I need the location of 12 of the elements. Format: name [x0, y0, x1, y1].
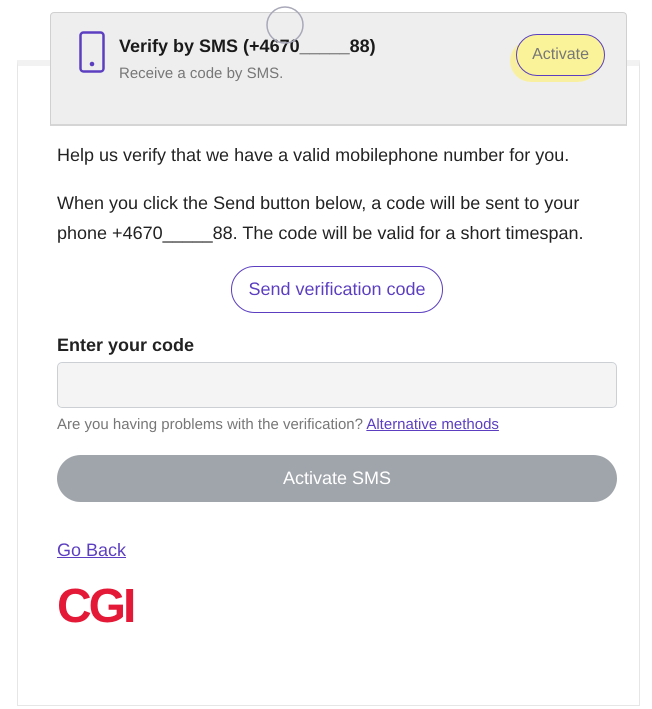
go-back-link[interactable]: Go Back — [57, 540, 126, 561]
logo: CGI — [57, 583, 134, 631]
code-input-field[interactable] — [57, 362, 617, 408]
send-code-button[interactable]: Send verification code — [231, 266, 443, 313]
method-title: Verify by SMS (+4670_____88) — [119, 36, 377, 57]
code-label: Enter your code — [57, 335, 196, 356]
help-text: Are you having problems with the verification? Alternative methods — [57, 416, 500, 433]
phone-icon — [79, 31, 105, 73]
instructions-text: When you click the Send button below, a code will be sent to your phone +4670_____88. The code will be valid for a short timespan. — [57, 192, 585, 245]
alternative-methods-link[interactable]: Alternative methods — [366, 416, 499, 433]
method-description: Receive a code by SMS. — [119, 65, 284, 82]
intro-text: Help us verify that we have a valid mobilephone number for you. — [57, 144, 570, 167]
